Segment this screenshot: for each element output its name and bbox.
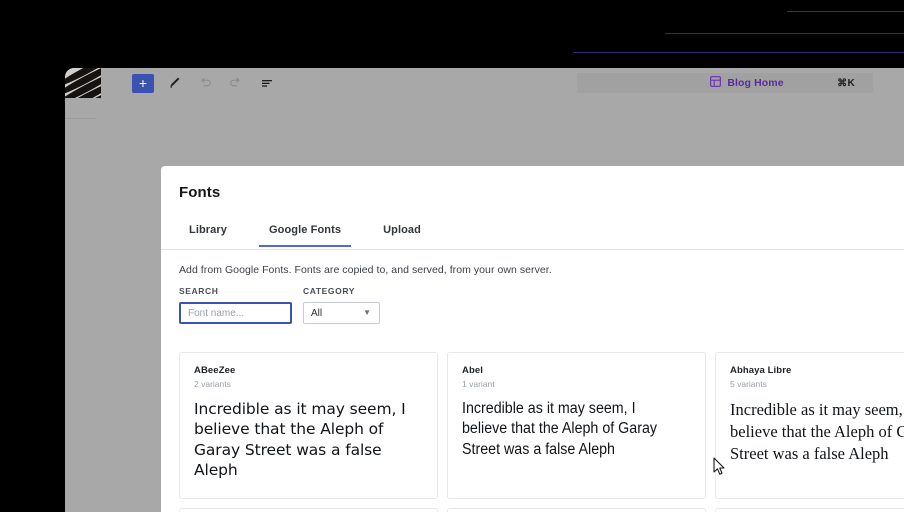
font-card[interactable]: Aclonica 1 variant Incredible as it may … — [715, 508, 904, 512]
category-select[interactable]: All ▼ — [303, 302, 380, 324]
tab-library-label: Library — [189, 224, 227, 236]
add-icon: + — [138, 75, 148, 91]
modal-description: Add from Google Fonts. Fonts are copied … — [179, 264, 552, 276]
font-grid: ABeeZee 2 variants Incredible as it may … — [179, 352, 904, 512]
font-name: ABeeZee — [194, 365, 236, 376]
font-variants: 2 variants — [194, 379, 231, 389]
browser-window: + Blog Home ⌘K Fonts Library Google Font… — [65, 68, 904, 512]
font-name: Abhaya Libre — [730, 365, 792, 376]
font-sample: Incredible as it may seem, I believe tha… — [462, 400, 658, 458]
font-variants: 5 variants — [730, 379, 767, 389]
search-field-group: SEARCH — [179, 286, 292, 324]
font-card[interactable]: Abel 1 variant Incredible as it may seem… — [447, 352, 706, 499]
code-line — [573, 52, 904, 53]
omnibox-label: Blog Home — [727, 77, 784, 89]
font-card[interactable]: ABeeZee 2 variants Incredible as it may … — [179, 352, 438, 499]
category-label: CATEGORY — [303, 286, 356, 296]
toolbar-actions: + — [132, 73, 278, 93]
redo-button[interactable] — [225, 74, 247, 93]
font-variants: 1 variant — [462, 379, 495, 389]
app-toolbar: + Blog Home ⌘K — [101, 68, 904, 98]
rail-divider — [65, 118, 96, 119]
fonts-modal: Fonts Library Google Fonts Upload Add fr… — [161, 166, 904, 512]
category-value: All — [311, 307, 323, 319]
screen: + Blog Home ⌘K Fonts Library Google Font… — [0, 0, 904, 512]
add-button[interactable]: + — [132, 73, 154, 93]
omnibox[interactable]: Blog Home ⌘K — [577, 73, 873, 93]
font-card[interactable]: Abhaya Libre 5 variants Incredible as it… — [715, 352, 904, 499]
category-field-group: CATEGORY All ▼ — [303, 286, 380, 324]
tab-google-fonts-label: Google Fonts — [269, 224, 342, 236]
code-line — [787, 11, 904, 12]
page-title: Fonts — [179, 184, 221, 201]
chevron-down-icon: ▼ — [363, 308, 371, 317]
pen-button[interactable] — [163, 74, 185, 93]
list-button[interactable] — [256, 74, 278, 93]
list-icon — [260, 76, 274, 90]
filter-controls: SEARCH CATEGORY All ▼ — [179, 286, 380, 324]
omnibox-page: Blog Home — [666, 74, 784, 92]
tab-library[interactable]: Library — [179, 222, 237, 246]
omnibox-shortcut: ⌘K — [837, 77, 855, 89]
pen-icon — [167, 76, 181, 90]
tab-upload[interactable]: Upload — [373, 222, 431, 246]
search-label: SEARCH — [179, 286, 219, 296]
search-input[interactable] — [179, 302, 292, 324]
tab-upload-label: Upload — [383, 224, 421, 236]
code-line — [665, 33, 904, 34]
font-card[interactable]: Abril Fatface 1 variant Incredible as it… — [179, 508, 438, 512]
font-sample: Incredible as it may seem, I believe tha… — [194, 400, 406, 480]
tab-bar: Library Google Fonts Upload — [161, 222, 904, 250]
tab-google-fonts[interactable]: Google Fonts — [259, 222, 352, 247]
undo-icon — [198, 76, 212, 90]
redo-icon — [229, 76, 243, 90]
font-name: Abel — [462, 365, 483, 376]
font-sample: Incredible as it may seem, I believe tha… — [730, 400, 904, 463]
undo-button[interactable] — [194, 74, 216, 93]
layout-icon — [710, 74, 722, 92]
font-card[interactable]: Abyssinica SIL 1 variant Incredible as i… — [447, 508, 706, 512]
